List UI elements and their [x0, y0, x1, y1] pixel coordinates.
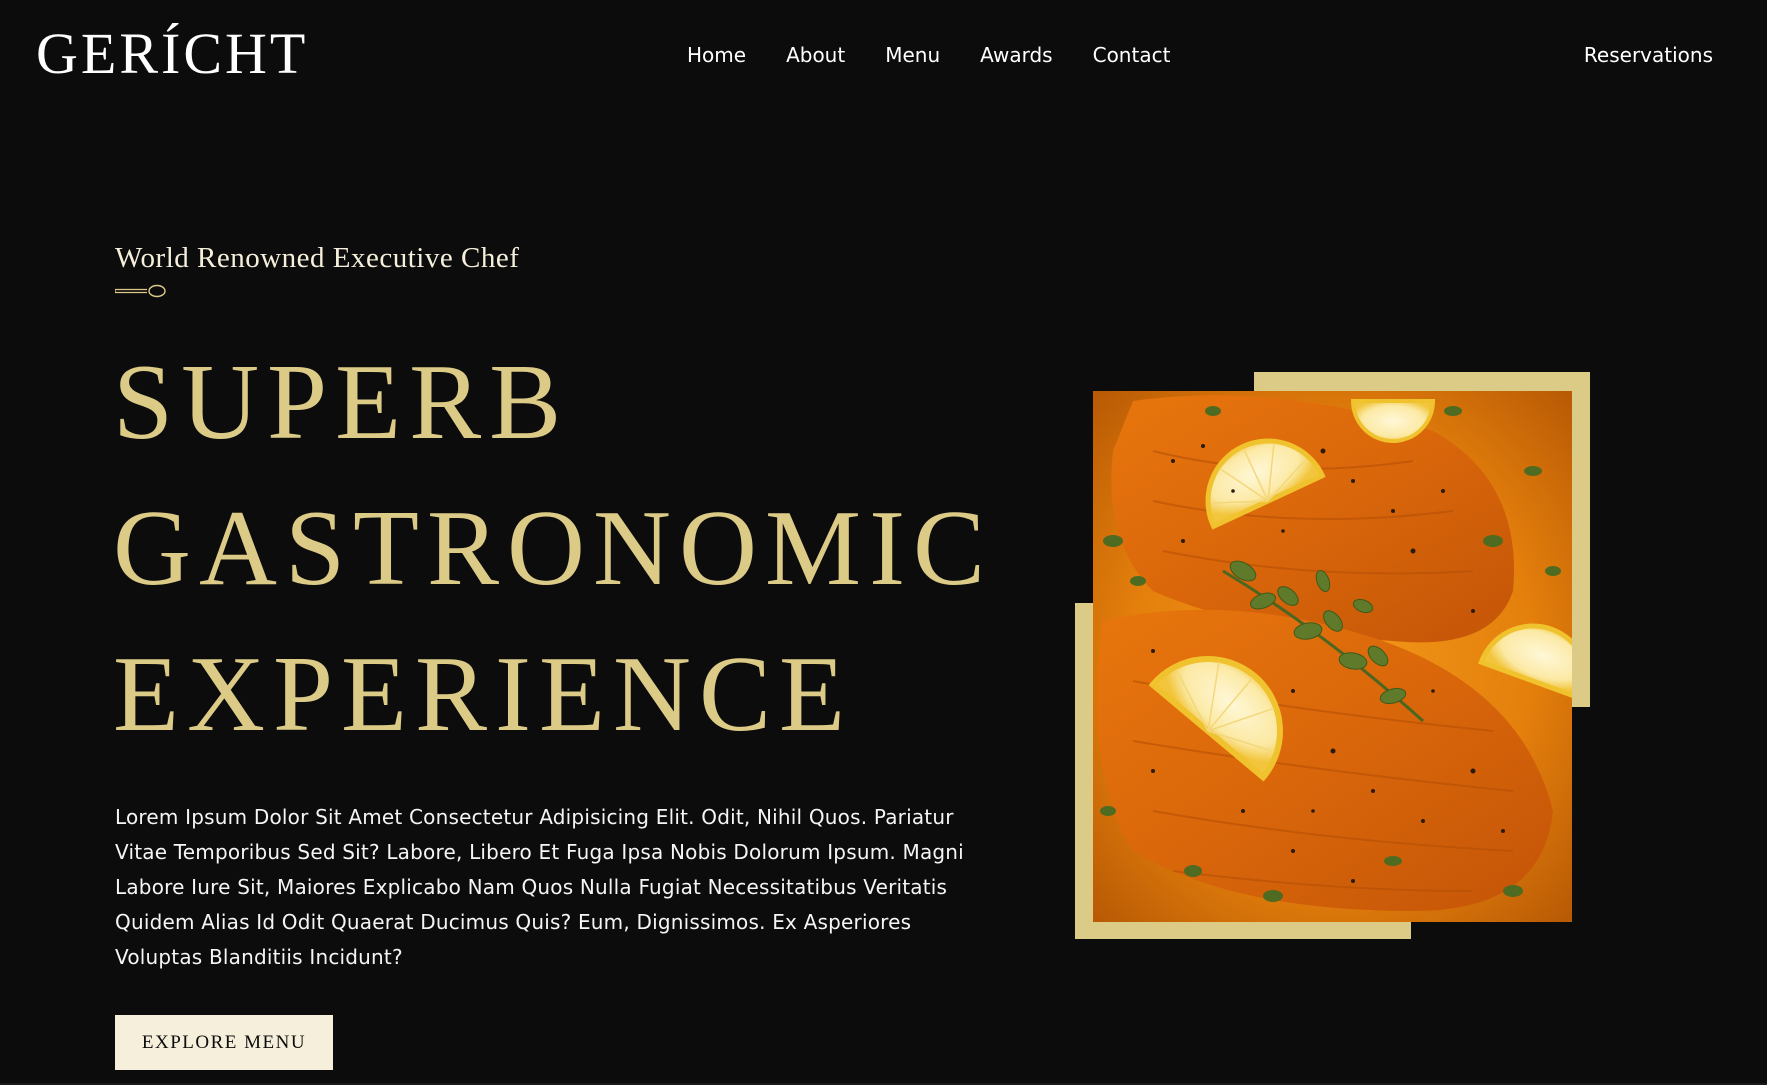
nav-link-awards[interactable]: Awards [980, 40, 1052, 70]
reservations-link[interactable]: Reservations [1584, 40, 1713, 70]
nav-link-menu[interactable]: Menu [885, 40, 940, 70]
page: GERÍCHT Home About Menu Awards Contact R… [0, 0, 1767, 1085]
explore-menu-button[interactable]: EXPLORE MENU [115, 1015, 333, 1070]
spoon-icon [115, 284, 166, 298]
nav-link-contact[interactable]: Contact [1093, 40, 1171, 70]
nav-link-home[interactable]: Home [687, 40, 746, 70]
headline-line-3: EXPERIENCE [113, 635, 853, 754]
hero-description: Lorem Ipsum Dolor Sit Amet Consectetur A… [115, 805, 964, 969]
hero-food-image [1093, 391, 1572, 922]
nav-link-about[interactable]: About [786, 40, 845, 70]
hero-subtitle: World Renowned Executive Chef [115, 242, 520, 274]
headline-line-2: GASTRONOMIC [113, 489, 994, 608]
headline-line-1: SUPERB [113, 343, 570, 462]
hero-headline: SUPERB GASTRONOMIC EXPERIENCE [113, 330, 993, 768]
nav-links: Home About Menu Awards Contact [687, 40, 1170, 70]
logo[interactable]: GERÍCHT [36, 18, 308, 90]
